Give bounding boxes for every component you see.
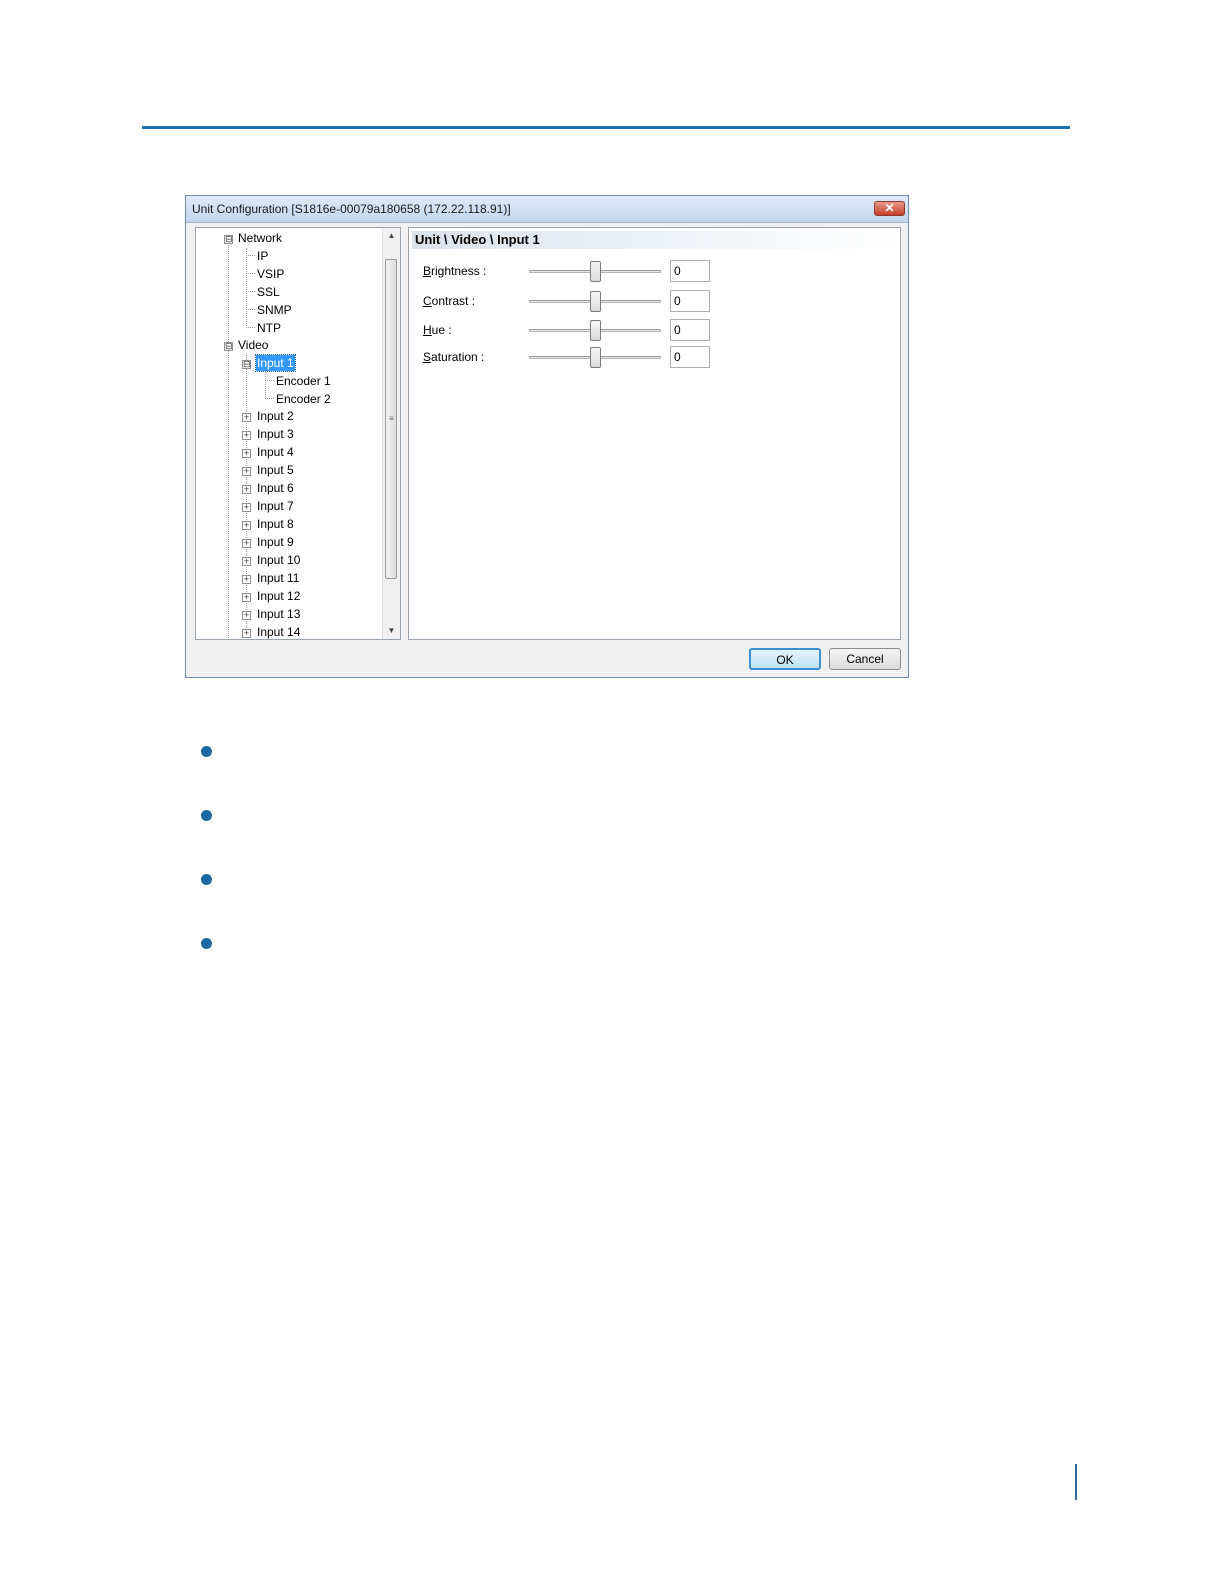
tree-item-ntp[interactable]: NTP: [257, 320, 281, 336]
tree-item-ip[interactable]: IP: [257, 248, 268, 264]
brightness-value-field[interactable]: 0: [670, 260, 710, 282]
settings-tree[interactable]: ⊟ Network IP VSIP SSL SNMP NTP ⊟ Video ⊟…: [195, 227, 401, 640]
expand-input-14-icon[interactable]: +: [242, 629, 251, 638]
scroll-thumb[interactable]: ≡: [385, 259, 397, 579]
tree-item-ssl[interactable]: SSL: [257, 284, 280, 300]
tree-line: [246, 273, 255, 274]
expand-input-6-icon[interactable]: +: [242, 485, 251, 494]
close-button[interactable]: ✕: [874, 201, 905, 216]
dialog-titlebar: Unit Configuration [S1816e-00079a180658 …: [186, 196, 908, 223]
tree-line: [246, 255, 255, 256]
tree-item-input-10[interactable]: Input 10: [257, 552, 300, 568]
collapse-video-icon[interactable]: ⊟: [224, 342, 233, 351]
tree-item-input-7[interactable]: Input 7: [257, 498, 294, 514]
tree-item-input-8[interactable]: Input 8: [257, 516, 294, 532]
saturation-value-field[interactable]: 0: [670, 346, 710, 368]
tree-item-video[interactable]: Video: [238, 337, 268, 353]
hue-label: Hue :: [423, 323, 452, 337]
tree-item-snmp[interactable]: SNMP: [257, 302, 292, 318]
saturation-label: Saturation :: [423, 350, 485, 364]
dialog-title: Unit Configuration [S1816e-00079a180658 …: [192, 202, 511, 216]
expand-input-13-icon[interactable]: +: [242, 611, 251, 620]
tree-item-input-5[interactable]: Input 5: [257, 462, 294, 478]
panel-breadcrumb: Unit \ Video \ Input 1: [412, 231, 897, 249]
expand-input-11-icon[interactable]: +: [242, 575, 251, 584]
tree-item-input-1[interactable]: Input 1: [255, 354, 296, 372]
tree-line: [265, 380, 274, 381]
expand-input-2-icon[interactable]: +: [242, 413, 251, 422]
tree-item-input-11[interactable]: Input 11: [257, 570, 299, 586]
expand-input-10-icon[interactable]: +: [242, 557, 251, 566]
hue-value-field[interactable]: 0: [670, 319, 710, 341]
page-number-rule: [1075, 1464, 1077, 1500]
brightness-label: Brightness :: [423, 264, 487, 278]
brightness-slider-thumb[interactable]: [590, 261, 601, 282]
tree-item-input-9[interactable]: Input 9: [257, 534, 294, 550]
tree-line: [246, 291, 255, 292]
bullet-point: [201, 810, 212, 821]
expand-input-7-icon[interactable]: +: [242, 503, 251, 512]
grip-icon: ≡: [389, 414, 394, 423]
tree-item-input-6[interactable]: Input 6: [257, 480, 294, 496]
tree-item-input-4[interactable]: Input 4: [257, 444, 294, 460]
tree-item-input-3[interactable]: Input 3: [257, 426, 294, 442]
input-settings-panel: Unit \ Video \ Input 1 Brightness : 0 Co…: [408, 227, 901, 640]
tree-item-input-14[interactable]: Input 14: [257, 624, 300, 639]
tree-item-input-2[interactable]: Input 2: [257, 408, 294, 424]
expand-input-4-icon[interactable]: +: [242, 449, 251, 458]
unit-configuration-dialog: Unit Configuration [S1816e-00079a180658 …: [185, 195, 909, 678]
ok-button[interactable]: OK: [749, 648, 821, 670]
expand-input-12-icon[interactable]: +: [242, 593, 251, 602]
bullet-point: [201, 746, 212, 757]
hue-slider-thumb[interactable]: [590, 320, 601, 341]
page-header-rule: [142, 126, 1070, 129]
expand-input-9-icon[interactable]: +: [242, 539, 251, 548]
tree-line: [228, 238, 229, 639]
tree-item-vsip[interactable]: VSIP: [257, 266, 284, 282]
tree-item-input-12[interactable]: Input 12: [257, 588, 300, 604]
collapse-network-icon[interactable]: ⊟: [224, 235, 233, 244]
contrast-label: Contrast :: [423, 294, 476, 308]
expand-input-8-icon[interactable]: +: [242, 521, 251, 530]
collapse-input-1-icon[interactable]: ⊟: [242, 360, 251, 369]
tree-line: [265, 398, 274, 399]
tree-item-encoder-1[interactable]: Encoder 1: [276, 373, 331, 389]
expand-input-5-icon[interactable]: +: [242, 467, 251, 476]
expand-input-3-icon[interactable]: +: [242, 431, 251, 440]
tree-line: [246, 248, 247, 328]
contrast-slider-thumb[interactable]: [590, 291, 601, 312]
bullet-point: [201, 938, 212, 949]
tree-item-network[interactable]: Network: [238, 230, 282, 246]
saturation-slider-thumb[interactable]: [590, 347, 601, 368]
tree-item-input-13[interactable]: Input 13: [257, 606, 300, 622]
cancel-button[interactable]: Cancel: [829, 648, 901, 670]
tree-item-encoder-2[interactable]: Encoder 2: [276, 391, 331, 407]
bullet-point: [201, 874, 212, 885]
tree-scrollbar[interactable]: ▲ ≡ ▼: [382, 228, 400, 639]
tree-line: [246, 327, 255, 328]
scroll-down-icon[interactable]: ▼: [383, 623, 400, 639]
contrast-value-field[interactable]: 0: [670, 290, 710, 312]
scroll-up-icon[interactable]: ▲: [383, 228, 400, 244]
tree-line: [246, 309, 255, 310]
